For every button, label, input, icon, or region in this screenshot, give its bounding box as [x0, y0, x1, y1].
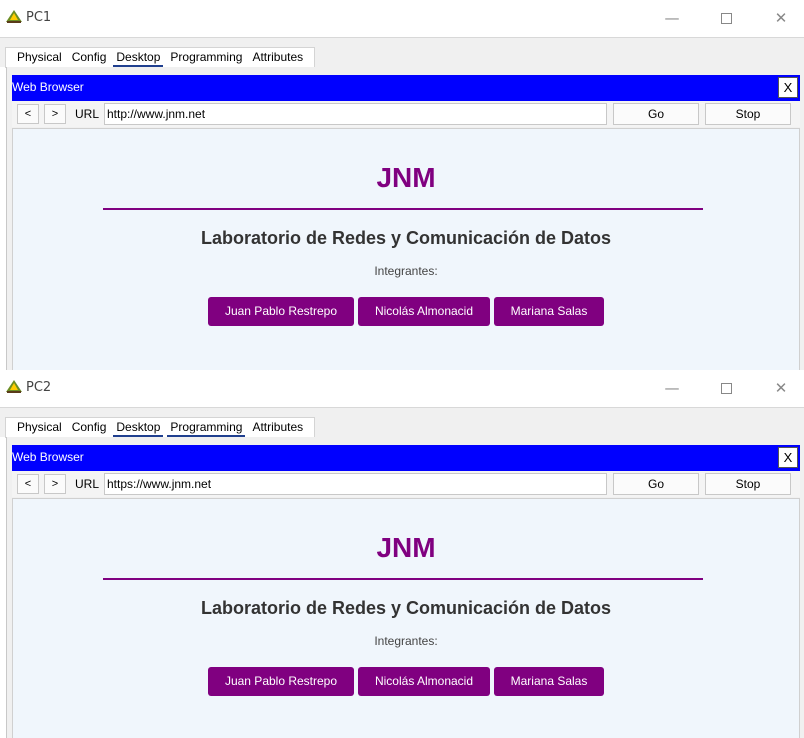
- desktop-frame: Web Browser X < > URL https://www.jnm.ne…: [6, 437, 804, 738]
- tab-desktop[interactable]: Desktop: [111, 48, 165, 68]
- go-button[interactable]: Go: [613, 473, 699, 495]
- heading-divider: [103, 578, 703, 580]
- page-subtitle: Laboratorio de Redes y Comunicación de D…: [200, 598, 612, 618]
- heading-divider: [103, 208, 703, 210]
- window-title: PC1: [26, 10, 52, 25]
- stop-button[interactable]: Stop: [705, 103, 791, 125]
- pc1-window: PC1 — ✕ Physical Config Desktop Programm…: [0, 0, 804, 370]
- minimize-icon[interactable]: —: [657, 376, 687, 400]
- tab-attributes[interactable]: Attributes: [247, 48, 308, 68]
- member-button[interactable]: Juan Pablo Restrepo: [208, 297, 354, 326]
- close-icon[interactable]: ✕: [766, 376, 796, 400]
- web-browser-header: Web Browser X: [12, 75, 800, 101]
- title-bar: PC2 — ✕: [0, 370, 804, 407]
- browser-viewport: JNM Laboratorio de Redes y Comunicación …: [12, 498, 800, 738]
- tab-attributes[interactable]: Attributes: [247, 418, 308, 438]
- tab-config[interactable]: Config: [67, 48, 112, 68]
- tab-bar: Physical Config Desktop Programming Attr…: [5, 47, 316, 68]
- title-bar: PC1 — ✕: [0, 0, 804, 37]
- stop-button[interactable]: Stop: [705, 473, 791, 495]
- url-input[interactable]: http://www.jnm.net: [104, 103, 607, 125]
- minimize-icon[interactable]: —: [657, 6, 687, 30]
- browser-close-button[interactable]: X: [778, 447, 798, 468]
- tab-config[interactable]: Config: [67, 418, 112, 438]
- tab-bar: Physical Config Desktop Programming Attr…: [5, 417, 316, 438]
- tab-programming[interactable]: Programming: [165, 48, 247, 68]
- pc2-window: PC2 — ✕ Physical Config Desktop Programm…: [0, 370, 804, 738]
- back-button[interactable]: <: [17, 474, 39, 494]
- page-subtitle: Laboratorio de Redes y Comunicación de D…: [200, 228, 612, 248]
- browser-viewport: JNM Laboratorio de Redes y Comunicación …: [12, 128, 800, 370]
- back-button[interactable]: <: [17, 104, 39, 124]
- url-label: URL: [75, 107, 100, 121]
- member-button[interactable]: Nicolás Almonacid: [358, 667, 490, 696]
- window-title: PC2: [26, 380, 52, 395]
- forward-button[interactable]: >: [44, 474, 66, 494]
- tab-desktop[interactable]: Desktop: [111, 418, 165, 438]
- tabs-row: Physical Config Desktop Programming Attr…: [0, 407, 804, 438]
- member-button[interactable]: Mariana Salas: [494, 667, 604, 696]
- url-bar: < > URL http://www.jnm.net Go Stop: [12, 101, 800, 127]
- tab-physical[interactable]: Physical: [12, 48, 67, 68]
- page-heading: JNM: [376, 532, 436, 563]
- members-list: Juan Pablo Restrepo Nicolás Almonacid Ma…: [13, 667, 799, 696]
- packet-tracer-pc-icon: [6, 380, 22, 393]
- url-label: URL: [75, 477, 100, 491]
- members-label: Integrantes:: [374, 264, 438, 278]
- member-button[interactable]: Juan Pablo Restrepo: [208, 667, 354, 696]
- desktop-frame: Web Browser X < > URL http://www.jnm.net…: [6, 67, 804, 370]
- member-button[interactable]: Nicolás Almonacid: [358, 297, 490, 326]
- go-button[interactable]: Go: [613, 103, 699, 125]
- maximize-icon[interactable]: [711, 6, 741, 30]
- web-browser-title: Web Browser: [12, 80, 84, 94]
- member-button[interactable]: Mariana Salas: [494, 297, 604, 326]
- tab-physical[interactable]: Physical: [12, 418, 67, 438]
- packet-tracer-pc-icon: [6, 10, 22, 23]
- tab-programming[interactable]: Programming: [165, 418, 247, 438]
- web-browser-header: Web Browser X: [12, 445, 800, 471]
- url-bar: < > URL https://www.jnm.net Go Stop: [12, 471, 800, 497]
- web-browser-title: Web Browser: [12, 450, 84, 464]
- url-input[interactable]: https://www.jnm.net: [104, 473, 607, 495]
- page-heading: JNM: [376, 162, 436, 193]
- members-list: Juan Pablo Restrepo Nicolás Almonacid Ma…: [13, 297, 799, 326]
- browser-close-button[interactable]: X: [778, 77, 798, 98]
- tabs-row: Physical Config Desktop Programming Attr…: [0, 37, 804, 68]
- members-label: Integrantes:: [374, 634, 438, 648]
- maximize-icon[interactable]: [711, 376, 741, 400]
- close-icon[interactable]: ✕: [766, 6, 796, 30]
- forward-button[interactable]: >: [44, 104, 66, 124]
